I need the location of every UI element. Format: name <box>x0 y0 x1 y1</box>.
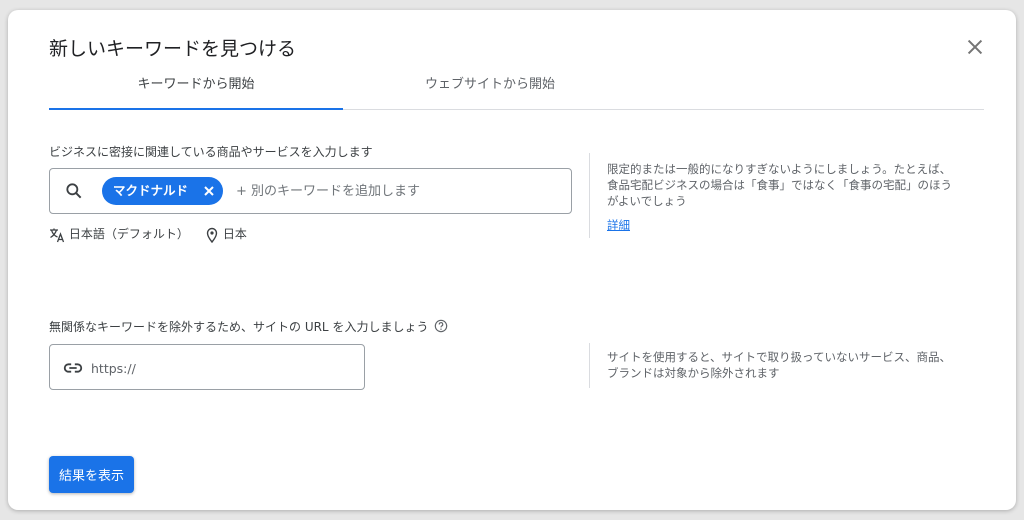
location-selector[interactable]: 日本 <box>205 225 247 243</box>
keyword-chip[interactable]: マクドナルド <box>102 177 223 205</box>
language-selector[interactable]: 日本語（デフォルト） <box>49 225 189 243</box>
remove-chip-icon[interactable] <box>202 184 216 198</box>
translate-icon <box>50 228 65 242</box>
location-label: 日本 <box>222 227 247 241</box>
keyword-chip-label: マクドナルド <box>113 183 189 198</box>
url-help-text: サイトを使用すると、サイトで取り扱っていないサービス、商品、ブランドは対象から除… <box>607 350 951 380</box>
search-icon <box>66 183 82 199</box>
tab-bar: キーワードから開始 ウェブサイトから開始 <box>49 72 984 110</box>
website-url-input[interactable] <box>91 358 351 378</box>
add-keyword-input[interactable] <box>236 181 556 201</box>
help-icon[interactable] <box>434 319 448 333</box>
link-icon <box>63 363 83 373</box>
find-keywords-dialog: 新しいキーワードを見つける キーワードから開始 ウェブサイトから開始 ビジネスに… <box>8 10 1016 510</box>
section-divider <box>589 153 590 238</box>
keywords-help-text: 限定的または一般的になりすぎないようにしましょう。たとえば、食品宅配ビジネスの場… <box>607 162 952 208</box>
keywords-help: 限定的または一般的になりすぎないようにしましょう。たとえば、食品宅配ビジネスの場… <box>607 161 952 233</box>
details-link[interactable]: 詳細 <box>607 218 630 232</box>
location-pin-icon <box>206 227 218 243</box>
section-divider <box>589 343 590 388</box>
keywords-label: ビジネスに密接に関連している商品やサービスを入力します <box>49 145 373 159</box>
close-icon[interactable] <box>964 36 986 58</box>
tab-start-from-keywords[interactable]: キーワードから開始 <box>49 72 343 110</box>
url-label-text: 無関係なキーワードを除外するため、サイトの URL を入力しましょう <box>49 320 429 334</box>
url-label: 無関係なキーワードを除外するため、サイトの URL を入力しましょう <box>49 318 448 335</box>
dialog-title: 新しいキーワードを見つける <box>49 38 297 60</box>
keyword-input-box[interactable]: マクドナルド <box>49 168 572 214</box>
language-label: 日本語（デフォルト） <box>68 227 189 241</box>
show-results-button[interactable]: 結果を表示 <box>49 456 134 493</box>
url-input-box[interactable] <box>49 344 365 390</box>
tab-start-from-website[interactable]: ウェブサイトから開始 <box>343 72 637 108</box>
